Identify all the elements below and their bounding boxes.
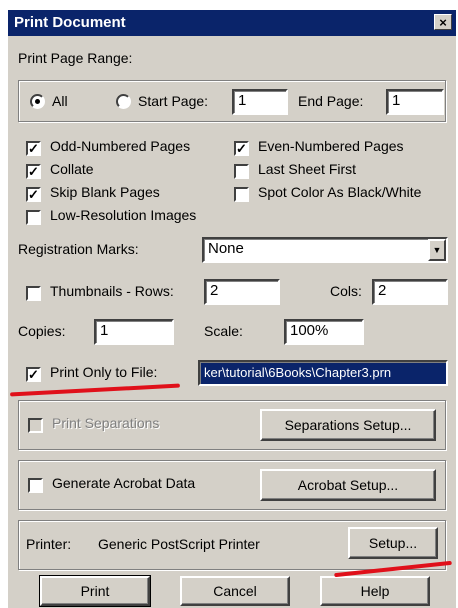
start-page-input[interactable]: 1	[232, 89, 288, 115]
print-document-dialog: Print Document × Print Page Range: All S…	[6, 8, 456, 608]
radio-all[interactable]	[30, 94, 45, 109]
help-button[interactable]: Help	[320, 576, 430, 606]
low-res-label: Low-Resolution Images	[50, 207, 197, 223]
last-sheet-label: Last Sheet First	[258, 161, 357, 177]
collate-label: Collate	[50, 161, 94, 177]
print-to-file-label: Print Only to File:	[50, 364, 158, 380]
acrobat-data-checkbox[interactable]	[28, 478, 43, 493]
registration-marks-value: None	[208, 240, 244, 257]
window-title: Print Document	[14, 14, 126, 31]
radio-start-page[interactable]	[116, 94, 131, 109]
acrobat-data-label: Generate Acrobat Data	[52, 475, 196, 491]
print-separations-checkbox	[28, 418, 43, 433]
acrobat-setup-button[interactable]: Acrobat Setup...	[260, 469, 436, 501]
even-pages-checkbox[interactable]: ✓	[234, 141, 249, 156]
radio-selected-dot	[35, 99, 40, 104]
page-range-title: Print Page Range:	[18, 50, 133, 66]
print-separations-label: Print Separations	[52, 415, 160, 431]
copies-input[interactable]: 1	[94, 319, 174, 345]
thumbnails-rows-label: Thumbnails - Rows:	[50, 283, 174, 299]
last-sheet-checkbox[interactable]	[234, 164, 249, 179]
dropdown-arrow-icon[interactable]: ▼	[428, 239, 446, 261]
skip-blank-label: Skip Blank Pages	[50, 184, 160, 200]
thumbnails-checkbox[interactable]	[26, 286, 41, 301]
separations-setup-button[interactable]: Separations Setup...	[260, 409, 436, 441]
copies-label: Copies:	[18, 323, 66, 339]
cancel-button[interactable]: Cancel	[180, 576, 290, 606]
end-page-input[interactable]: 1	[386, 89, 444, 115]
start-page-label: Start Page:	[138, 93, 209, 109]
odd-pages-label: Odd-Numbered Pages	[50, 138, 191, 154]
printer-setup-button[interactable]: Setup...	[348, 527, 438, 559]
scale-input[interactable]: 100%	[284, 319, 364, 345]
registration-marks-label: Registration Marks:	[18, 241, 139, 257]
odd-pages-checkbox[interactable]: ✓	[26, 141, 41, 156]
print-button[interactable]: Print	[39, 575, 151, 607]
spot-color-checkbox[interactable]	[234, 187, 249, 202]
title-bar: Print Document ×	[8, 10, 456, 36]
end-page-label: End Page:	[298, 93, 364, 109]
close-icon[interactable]: ×	[434, 14, 452, 30]
spot-color-label: Spot Color As Black/White	[258, 184, 422, 200]
print-to-file-checkbox[interactable]: ✓	[26, 367, 41, 382]
registration-marks-dropdown[interactable]: None ▼	[202, 237, 448, 263]
even-pages-label: Even-Numbered Pages	[258, 138, 404, 154]
scale-label: Scale:	[204, 323, 243, 339]
thumbnails-rows-input[interactable]: 2	[204, 279, 280, 305]
thumbnails-cols-label: Cols:	[330, 283, 362, 299]
collate-checkbox[interactable]: ✓	[26, 164, 41, 179]
low-res-checkbox[interactable]	[26, 210, 41, 225]
radio-all-label: All	[52, 93, 68, 109]
skip-blank-checkbox[interactable]: ✓	[26, 187, 41, 202]
printer-name: Generic PostScript Printer	[98, 536, 260, 552]
print-to-file-path-input[interactable]: ker\tutorial\6Books\Chapter3.prn	[198, 360, 448, 386]
thumbnails-cols-input[interactable]: 2	[372, 279, 448, 305]
printer-label: Printer:	[26, 536, 72, 552]
